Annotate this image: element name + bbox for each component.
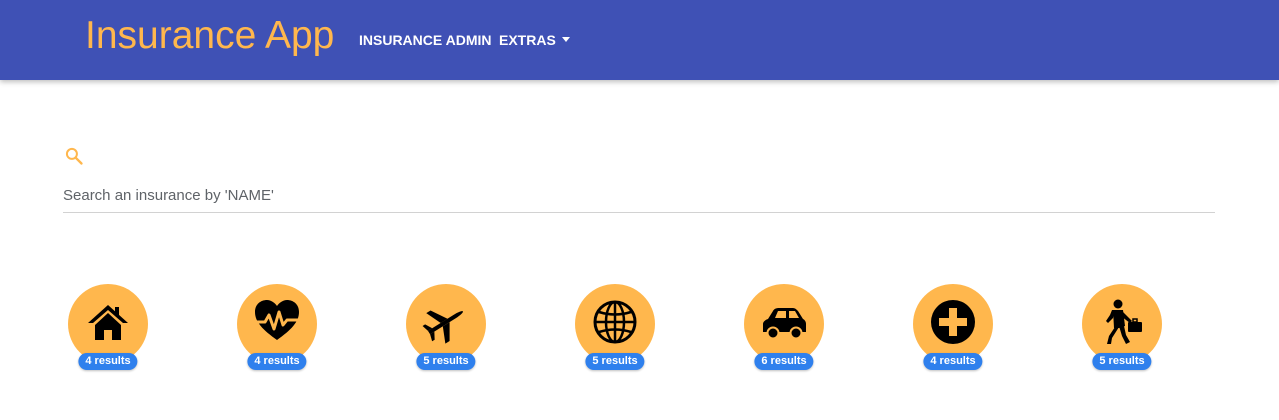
category-international[interactable]: 5 results bbox=[575, 284, 655, 370]
airplane-icon bbox=[422, 310, 464, 344]
car-icon bbox=[763, 308, 806, 340]
heartbeat-icon bbox=[254, 300, 300, 340]
category-health[interactable]: 4 results bbox=[237, 284, 317, 370]
results-badge: 5 results bbox=[1092, 353, 1152, 370]
search-icon bbox=[65, 147, 83, 165]
nav-extras-dropdown[interactable]: EXTRAS bbox=[499, 31, 570, 49]
nav-insurance-admin[interactable]: INSURANCE ADMIN bbox=[359, 31, 491, 49]
results-badge: 5 results bbox=[416, 353, 476, 370]
house-icon bbox=[88, 305, 128, 340]
businessman-icon bbox=[1106, 299, 1142, 344]
globe-icon bbox=[593, 300, 637, 344]
app-brand[interactable]: Insurance App bbox=[85, 14, 334, 58]
results-badge: 4 results bbox=[923, 353, 983, 370]
category-travel[interactable]: 5 results bbox=[406, 284, 486, 370]
caret-down-icon bbox=[561, 37, 570, 42]
results-badge: 4 results bbox=[78, 353, 138, 370]
category-home[interactable]: 4 results bbox=[68, 284, 148, 370]
medical-cross-icon bbox=[931, 300, 975, 344]
search-input[interactable] bbox=[63, 178, 1215, 213]
top-navbar: Insurance App INSURANCE ADMIN EXTRAS bbox=[0, 0, 1279, 80]
results-badge: 4 results bbox=[247, 353, 307, 370]
results-badge: 5 results bbox=[585, 353, 645, 370]
nav-extras-label: EXTRAS bbox=[499, 32, 556, 48]
category-car[interactable]: 6 results bbox=[744, 284, 824, 370]
category-business[interactable]: 5 results bbox=[1082, 284, 1162, 370]
results-badge: 6 results bbox=[754, 353, 814, 370]
category-medical[interactable]: 4 results bbox=[913, 284, 993, 370]
